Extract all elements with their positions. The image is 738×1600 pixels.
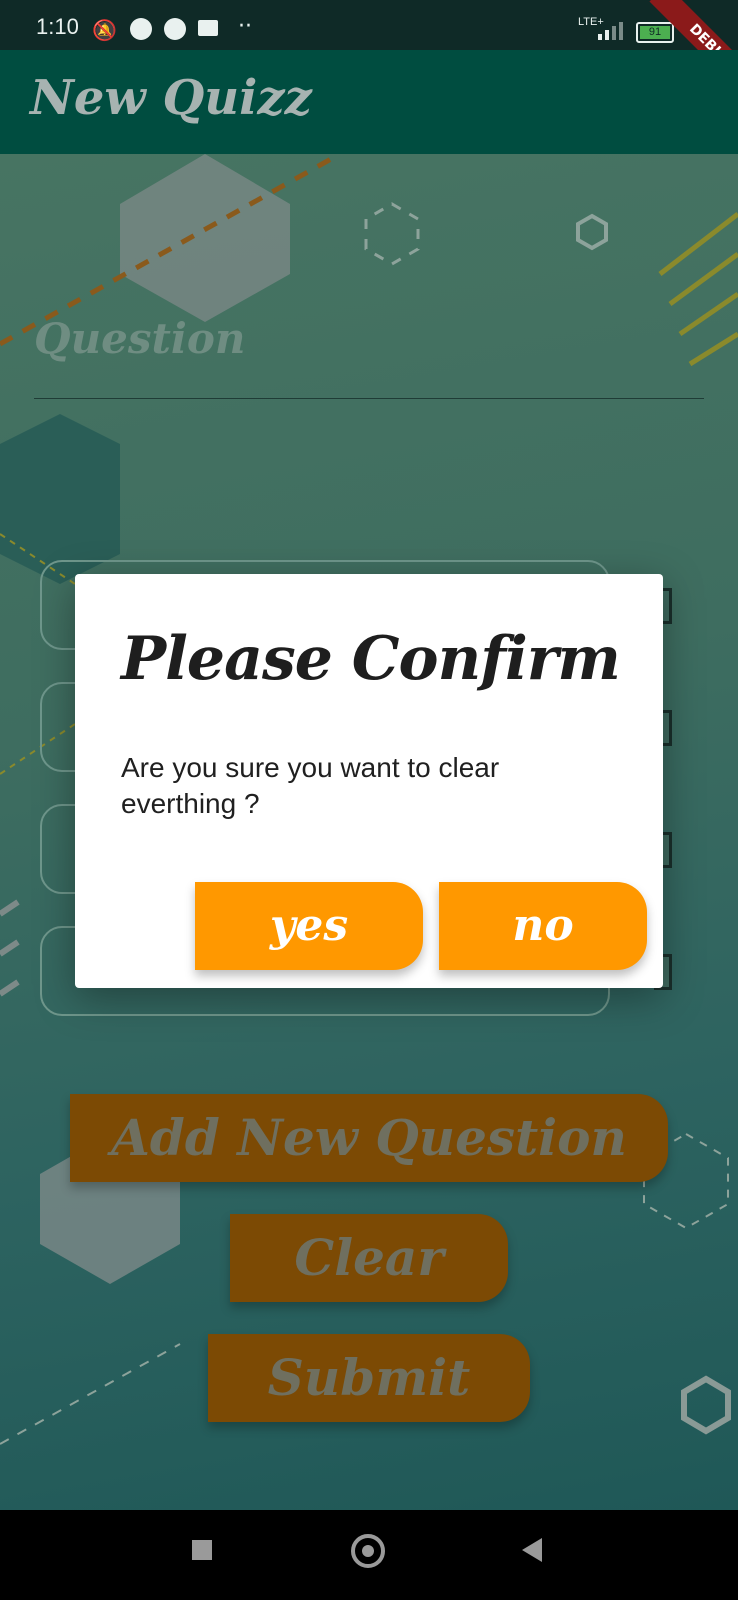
no-button[interactable]: no [439, 882, 647, 970]
messenger-icon [130, 18, 152, 40]
mail-icon [198, 20, 218, 36]
clear-button[interactable]: Clear [230, 1214, 508, 1302]
more-dots-icon: ·· [238, 14, 252, 39]
dialog-title: Please Confirm [121, 624, 621, 694]
dialog-message: Are you sure you want to clear everthing… [121, 752, 500, 819]
submit-button[interactable]: Submit [208, 1334, 530, 1422]
yes-button[interactable]: yes [195, 882, 423, 970]
recents-icon[interactable] [192, 1540, 212, 1560]
question-input-underline[interactable] [34, 398, 704, 399]
home-icon[interactable] [351, 1534, 385, 1568]
add-new-question-button[interactable]: Add New Question [70, 1094, 668, 1182]
notifications-off-icon: 🔕 [92, 18, 117, 42]
home-icon-center [362, 1545, 374, 1557]
app-bar: New Quizz [0, 50, 738, 154]
clock: 1:10 [36, 14, 79, 39]
confirm-dialog: Please Confirm Are you sure you want to … [75, 574, 663, 988]
navigation-bar [0, 1510, 738, 1600]
app-icon [164, 18, 186, 40]
signal-icon [598, 22, 626, 40]
page-title: New Quizz [30, 70, 312, 126]
back-icon[interactable] [522, 1538, 542, 1562]
question-label: Question [34, 314, 246, 363]
